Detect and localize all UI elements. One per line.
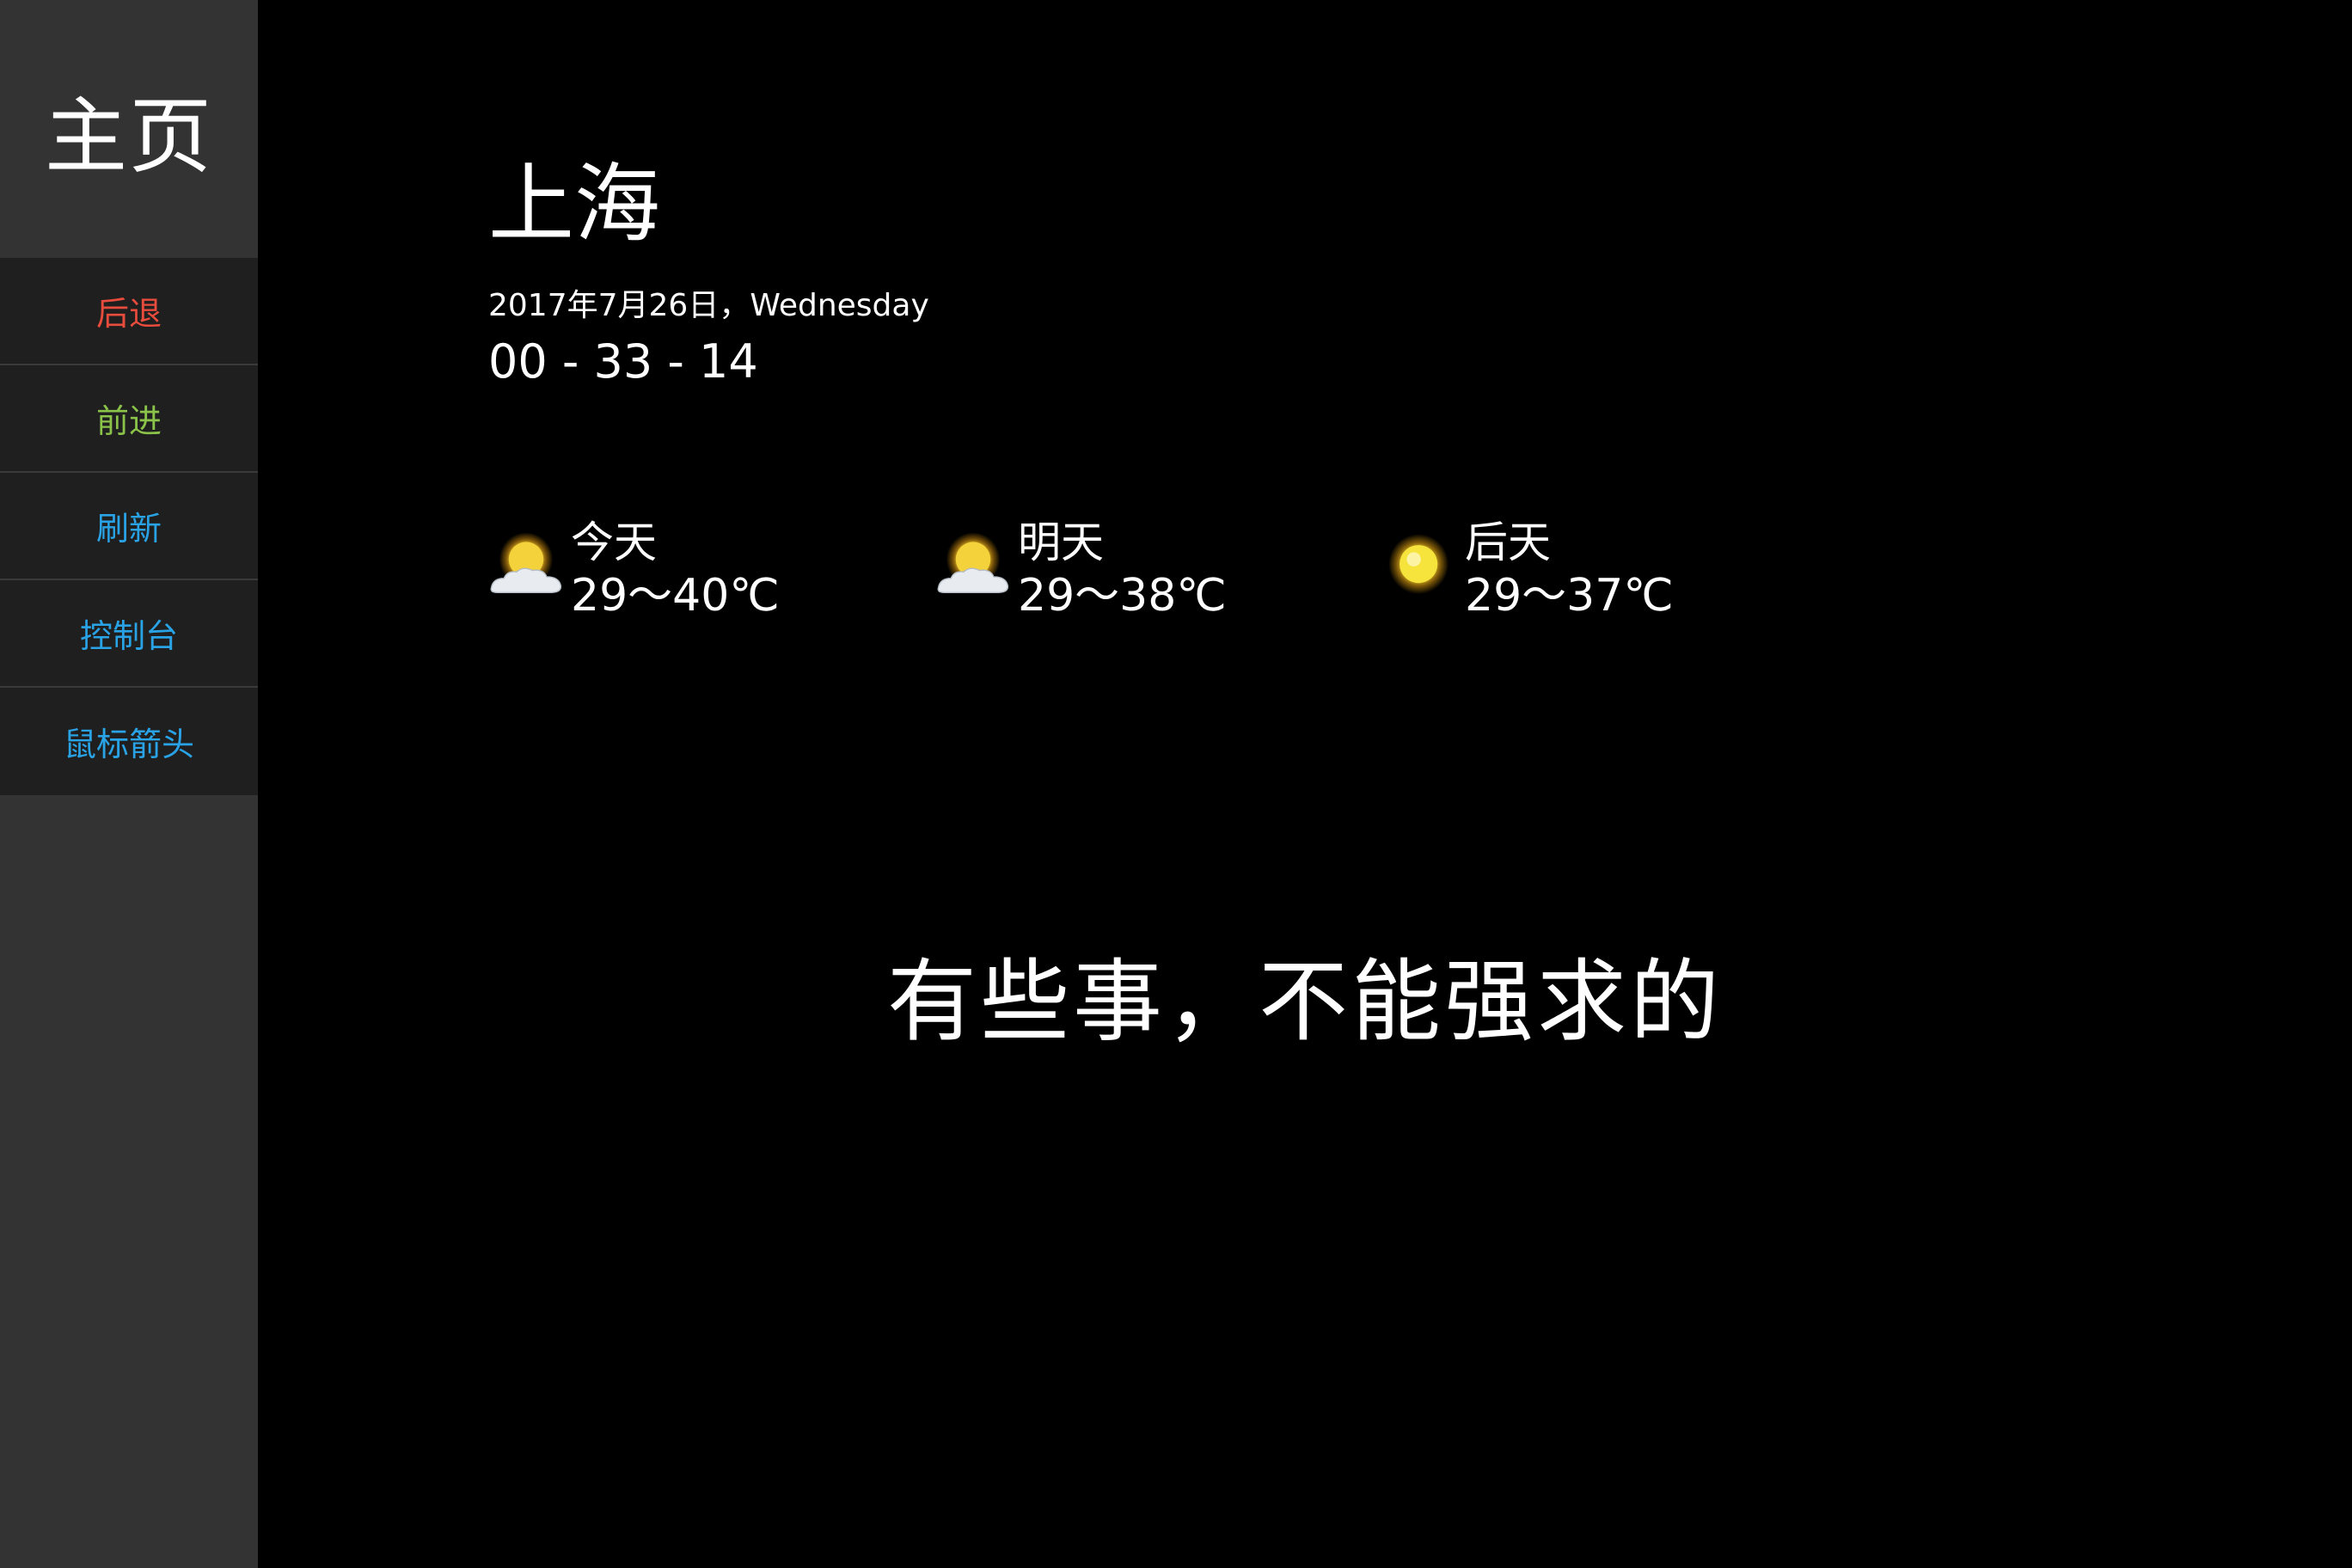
nav-mouse-pointer-button[interactable]: 鼠标箭头: [0, 688, 258, 795]
nav-console-button[interactable]: 控制台: [0, 580, 258, 688]
forecast-day-after: 后天 29～37℃: [1381, 516, 1674, 628]
forecast-day-label: 明天: [1018, 518, 1104, 567]
sun-cloud-icon: [937, 532, 1009, 593]
forecast-day-label: 今天: [571, 518, 657, 567]
forecast-tomorrow: 明天 29～38℃: [934, 516, 1227, 628]
nav-forward-button[interactable]: 前进: [0, 365, 258, 473]
nav-back-button[interactable]: 后退: [0, 258, 258, 365]
forecast-temp: 29～37℃: [1465, 570, 1674, 622]
forecast-temp: 29～40℃: [571, 570, 780, 622]
sun-icon: [1388, 534, 1449, 595]
sidebar: 主页 后退 前进 刷新 控制台 鼠标箭头: [0, 0, 258, 1568]
quote-text: 有些事，不能强求的: [886, 949, 1723, 1054]
forecast-day-label: 后天: [1465, 518, 1551, 567]
forecast-temp: 29～38℃: [1018, 570, 1227, 622]
main-content: 上海 2017年7月26日，Wednesday 00 - 33 - 14 今天 …: [258, 0, 2352, 1568]
sun-cloud-icon: [490, 532, 562, 593]
forecast-day-after-text: 后天 29～37℃: [1465, 516, 1674, 622]
home-title[interactable]: 主页: [0, 0, 258, 258]
sidebar-nav: 后退 前进 刷新 控制台 鼠标箭头: [0, 258, 258, 795]
forecast-tomorrow-text: 明天 29～38℃: [1018, 516, 1227, 622]
city-name: 上海: [488, 154, 660, 254]
forecast-today-text: 今天 29～40℃: [571, 516, 780, 622]
date-text: 2017年7月26日，Wednesday: [488, 288, 929, 323]
nav-refresh-button[interactable]: 刷新: [0, 473, 258, 580]
clock-time: 00 - 33 - 14: [488, 334, 758, 389]
forecast-today: 今天 29～40℃: [487, 516, 780, 628]
